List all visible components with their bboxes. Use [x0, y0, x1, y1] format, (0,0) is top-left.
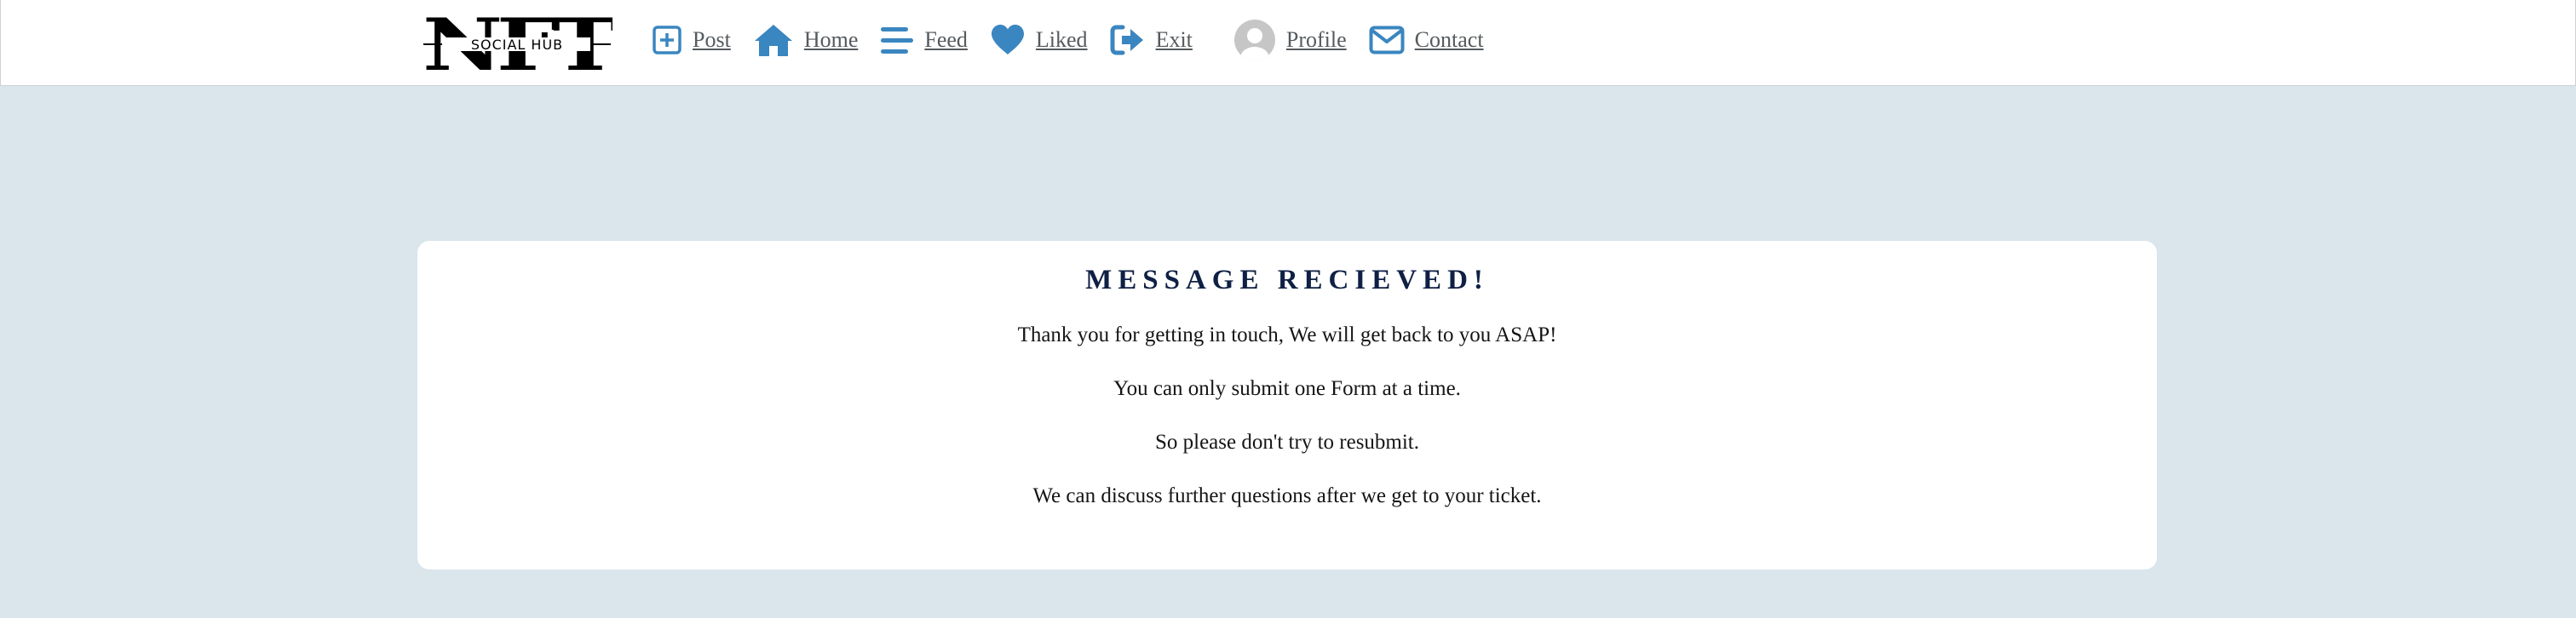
nav-home[interactable]: Home [753, 23, 859, 57]
nav-post[interactable]: Post [652, 25, 731, 55]
nav-liked[interactable]: Liked [990, 24, 1088, 56]
logo-subtitle: SOCIAL HUB [471, 37, 563, 53]
plus-square-icon [652, 25, 682, 55]
nav-profile-label[interactable]: Profile [1286, 27, 1347, 53]
nav-post-label[interactable]: Post [693, 27, 731, 53]
confirmation-card: MESSAGE RECIEVED! Thank you for getting … [417, 241, 2157, 569]
heart-icon [990, 24, 1026, 56]
nav-profile[interactable]: Profile [1233, 19, 1347, 61]
top-navbar: NFT SOCIAL HUB Post Home Feed Liked Exit… [0, 0, 2576, 86]
message-line-2: You can only submit one Form at a time. [1113, 377, 1461, 400]
message-line-4: We can discuss further questions after w… [1032, 484, 1542, 507]
nav-feed[interactable]: Feed [880, 26, 968, 54]
main-navigation: Post Home Feed Liked Exit Profile Contac… [652, 0, 1506, 80]
nav-contact-label[interactable]: Contact [1415, 27, 1484, 53]
nav-contact[interactable]: Contact [1369, 26, 1484, 54]
message-line-1: Thank you for getting in touch, We will … [1017, 323, 1557, 346]
nav-feed-label[interactable]: Feed [924, 27, 968, 53]
avatar-icon [1233, 19, 1276, 61]
home-icon [753, 23, 794, 57]
envelope-icon [1369, 26, 1405, 54]
nav-exit-label[interactable]: Exit [1156, 27, 1193, 53]
nav-liked-label[interactable]: Liked [1036, 27, 1088, 53]
sign-out-icon [1110, 24, 1146, 56]
bars-icon [880, 26, 914, 54]
site-logo[interactable]: NFT SOCIAL HUB [422, 12, 612, 73]
message-line-3: So please don't try to resubmit. [1154, 431, 1420, 454]
nav-exit[interactable]: Exit [1110, 24, 1193, 56]
card-title: MESSAGE RECIEVED! [1085, 265, 1489, 295]
nav-home-label[interactable]: Home [804, 27, 859, 53]
